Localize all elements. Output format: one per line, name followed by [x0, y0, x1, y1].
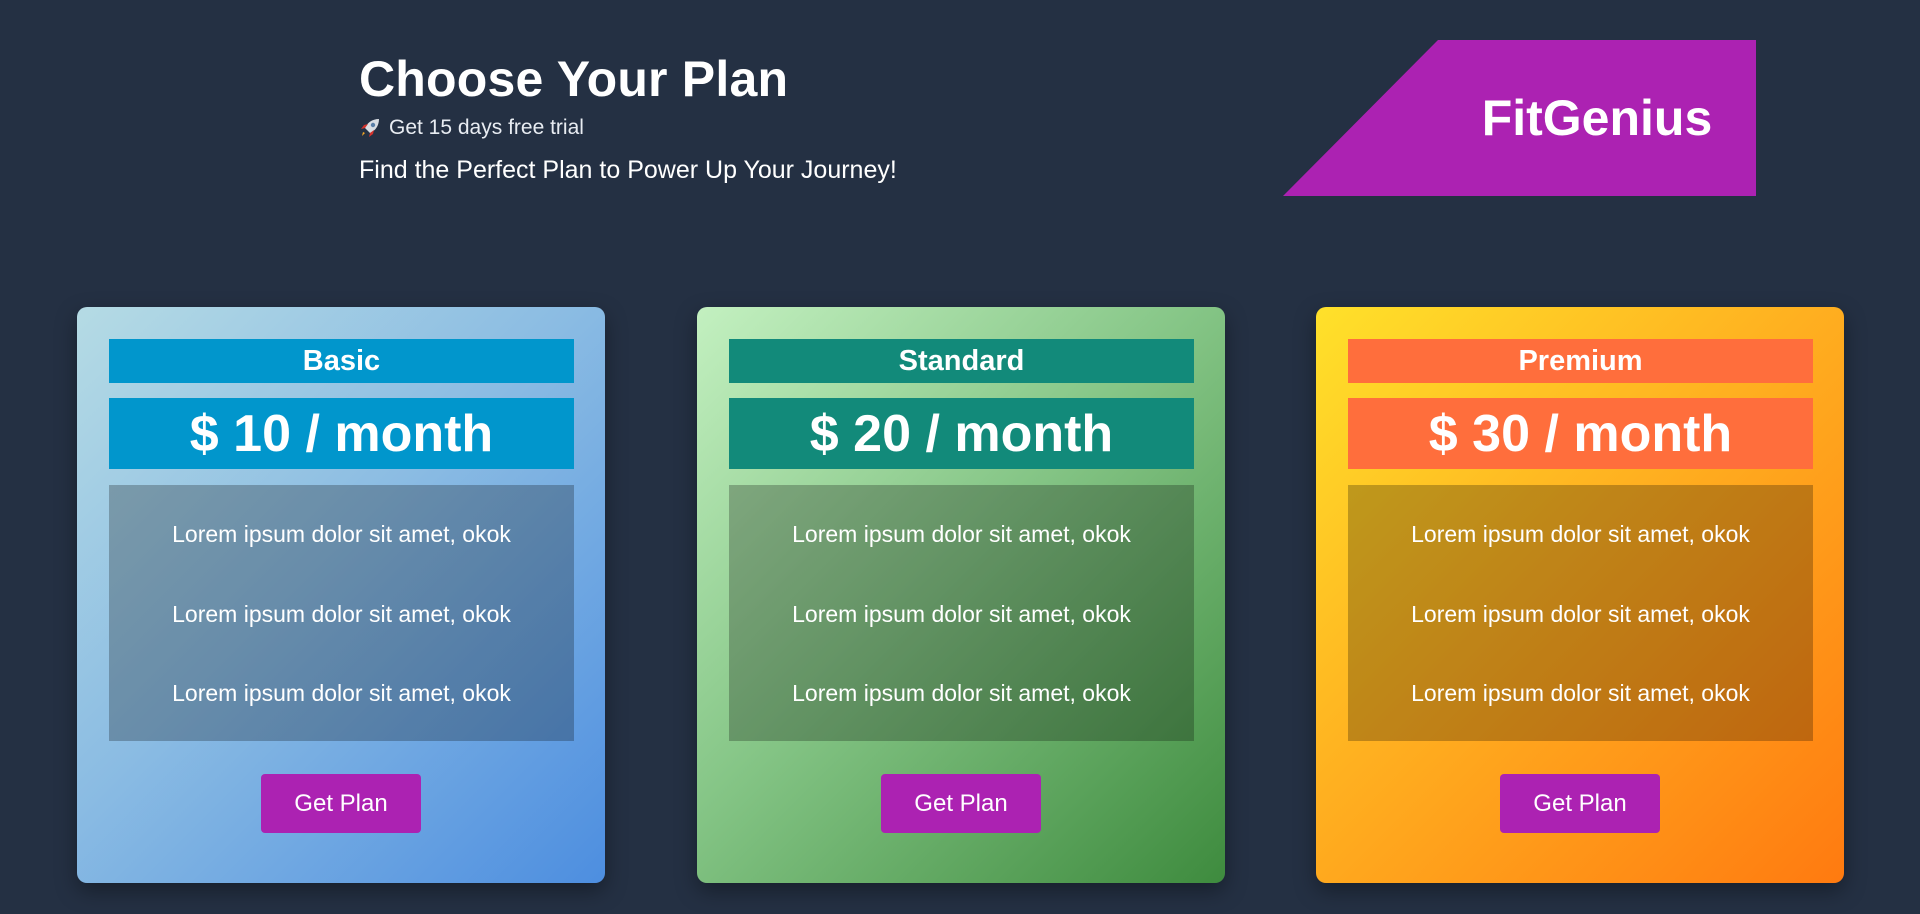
plan-price: $ 30 / month	[1348, 398, 1813, 469]
page-header: Choose Your Plan Get 15 days free trial …	[359, 48, 897, 185]
plan-card-premium: Premium $ 30 / month Lorem ipsum dolor s…	[1316, 307, 1844, 883]
feature-list: Lorem ipsum dolor sit amet, okok Lorem i…	[729, 485, 1194, 741]
page-title: Choose Your Plan	[359, 51, 789, 107]
plan-card-basic: Basic $ 10 / month Lorem ipsum dolor sit…	[77, 307, 605, 883]
plan-name: Standard	[729, 339, 1194, 383]
get-plan-button-premium[interactable]: Get Plan	[1500, 774, 1660, 833]
feature-list: Lorem ipsum dolor sit amet, okok Lorem i…	[1348, 485, 1813, 741]
feature-item: Lorem ipsum dolor sit amet, okok	[172, 680, 511, 706]
feature-item: Lorem ipsum dolor sit amet, okok	[172, 521, 511, 547]
plan-price: $ 20 / month	[729, 398, 1194, 469]
plan-price: $ 10 / month	[109, 398, 574, 469]
feature-item: Lorem ipsum dolor sit amet, okok	[1411, 680, 1750, 706]
feature-list: Lorem ipsum dolor sit amet, okok Lorem i…	[109, 485, 574, 741]
get-plan-button-standard[interactable]: Get Plan	[881, 774, 1041, 833]
feature-item: Lorem ipsum dolor sit amet, okok	[792, 680, 1131, 706]
rocket-icon	[359, 117, 381, 139]
get-plan-button-basic[interactable]: Get Plan	[261, 774, 421, 833]
feature-item: Lorem ipsum dolor sit amet, okok	[1411, 521, 1750, 547]
trial-note: Get 15 days free trial	[359, 114, 897, 142]
plan-card-standard: Standard $ 20 / month Lorem ipsum dolor …	[697, 307, 1225, 883]
feature-item: Lorem ipsum dolor sit amet, okok	[792, 521, 1131, 547]
feature-item: Lorem ipsum dolor sit amet, okok	[792, 601, 1131, 627]
brand-banner: FitGenius	[1283, 40, 1756, 196]
plan-name: Premium	[1348, 339, 1813, 383]
tagline: Find the Perfect Plan to Power Up Your J…	[359, 156, 897, 184]
trial-text: Get 15 days free trial	[389, 116, 584, 139]
feature-item: Lorem ipsum dolor sit amet, okok	[1411, 601, 1750, 627]
plan-name: Basic	[109, 339, 574, 383]
feature-item: Lorem ipsum dolor sit amet, okok	[172, 601, 511, 627]
brand-logo-text: FitGenius	[1481, 90, 1713, 146]
pricing-page: Choose Your Plan Get 15 days free trial …	[0, 0, 1920, 914]
